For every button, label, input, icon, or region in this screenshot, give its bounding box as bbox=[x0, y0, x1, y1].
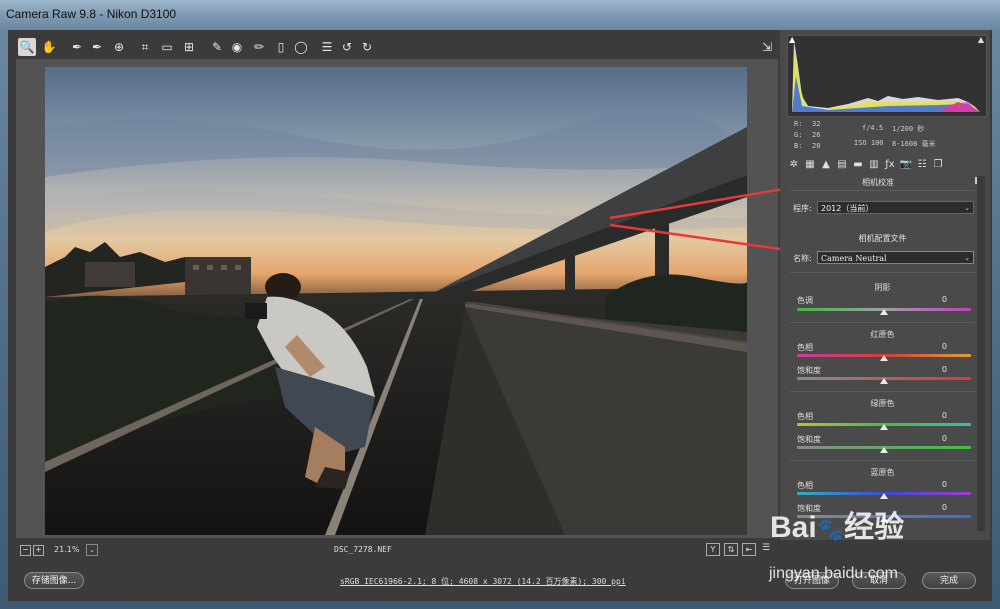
highlight-clipping-warning-icon[interactable]: ▲ bbox=[978, 35, 984, 44]
annotation-arrow-to-profile bbox=[609, 223, 795, 253]
blue-value: 20 bbox=[812, 142, 821, 150]
done-button[interactable]: 完成 bbox=[922, 572, 976, 589]
split-toning-tab-icon[interactable]: ▬ bbox=[851, 158, 865, 172]
copy-settings-icon[interactable]: ⇤ bbox=[742, 543, 756, 556]
watermark-brand: Bai bbox=[770, 511, 817, 544]
blue-primary-title: 蓝原色 bbox=[870, 468, 895, 477]
slider-thumb[interactable] bbox=[880, 493, 888, 499]
watermark-url: jingyan.baidu.com bbox=[769, 565, 898, 582]
camera-profile-value: Camera Neutral bbox=[821, 254, 887, 263]
camera-profile-title: 相机配置文件 bbox=[858, 234, 907, 243]
focal-length-readout: 8-1608 毫米 bbox=[892, 140, 936, 148]
panel-scrollbar[interactable] bbox=[977, 176, 985, 531]
zoom-level: 21.1% bbox=[54, 545, 80, 554]
green-value: 26 bbox=[812, 131, 821, 139]
swap-before-after-icon[interactable]: ⇅ bbox=[724, 543, 738, 556]
aperture-readout: f/4.5 bbox=[862, 124, 884, 132]
process-label: 程序: bbox=[793, 204, 812, 213]
red-hue-label: 色相 bbox=[797, 343, 813, 352]
camera-calibration-tab-icon[interactable]: 📷 bbox=[899, 158, 913, 172]
slider-thumb[interactable] bbox=[880, 309, 888, 315]
slider-thumb[interactable] bbox=[880, 355, 888, 361]
slider-thumb[interactable] bbox=[880, 378, 888, 384]
shutter-readout: 1/200 秒 bbox=[892, 125, 925, 133]
iso-readout: ISO 100 bbox=[854, 139, 884, 147]
snapshots-tab-icon[interactable]: ❐ bbox=[931, 158, 945, 172]
divider bbox=[790, 460, 975, 461]
red-saturation-label: 饱和度 bbox=[797, 366, 821, 375]
shadows-tint-value[interactable]: 0 bbox=[927, 295, 947, 304]
blue-saturation-value[interactable]: 0 bbox=[927, 503, 947, 512]
blue-hue-label: 色相 bbox=[797, 481, 813, 490]
green-saturation-label: 饱和度 bbox=[797, 435, 821, 444]
green-saturation-value[interactable]: 0 bbox=[927, 434, 947, 443]
watermark-brand-2: 经验 bbox=[844, 511, 905, 544]
hsl-tab-icon[interactable]: ▤ bbox=[835, 158, 849, 172]
zoom-dropdown-icon[interactable]: ⌄ bbox=[86, 544, 98, 556]
chevron-down-icon: ⌄ bbox=[964, 204, 970, 212]
shadows-tint-label: 色调 bbox=[797, 296, 813, 305]
zoom-out-button[interactable]: − bbox=[20, 545, 31, 556]
green-hue-value[interactable]: 0 bbox=[927, 411, 947, 420]
blue-hue-value[interactable]: 0 bbox=[927, 480, 947, 489]
divider bbox=[790, 322, 975, 323]
green-primary-title: 绿原色 bbox=[870, 399, 895, 408]
green-hue-label: 色相 bbox=[797, 412, 813, 421]
presets-tab-icon[interactable]: ☷ bbox=[915, 158, 929, 172]
blue-label: B: bbox=[794, 142, 803, 150]
tone-curve-tab-icon[interactable]: ▦ bbox=[803, 158, 817, 172]
camera-profile-select[interactable]: Camera Neutral ⌄ bbox=[817, 251, 974, 264]
zoom-in-button[interactable]: + bbox=[33, 545, 44, 556]
panel-tabs: ✲ ▦ ▲ ▤ ▬ ▥ ƒx 📷 ☷ ❐ bbox=[785, 158, 985, 174]
effects-tab-icon[interactable]: ƒx bbox=[883, 158, 897, 172]
calibration-panel-title: 相机校准 bbox=[862, 178, 894, 187]
preview-status-bar: − + 21.1% ⌄ DSC_7278.NEF Y ⇅ ⇤ ☰ bbox=[16, 542, 778, 558]
chevron-down-icon: ⌄ bbox=[964, 254, 970, 262]
process-version-select[interactable]: 2012（当前） ⌄ bbox=[817, 201, 974, 214]
workflow-options-link[interactable]: sRGB IEC61966-2.1; 8 位; 4608 x 3072 (14.… bbox=[340, 576, 626, 587]
watermark-logo: Bai🐾经验 bbox=[770, 511, 905, 544]
camera-raw-window: Camera Raw 9.8 - Nikon D3100 🔍 ✋ ✒ ✒ ⊕ ⌗ ▭ ⊞ ✎ ◉ ✏… bbox=[0, 0, 1000, 609]
before-after-y-icon[interactable]: Y bbox=[706, 543, 720, 556]
histogram: ▲ ▲ bbox=[787, 35, 987, 117]
red-saturation-value[interactable]: 0 bbox=[927, 365, 947, 374]
red-hue-value[interactable]: 0 bbox=[927, 342, 947, 351]
shadow-clipping-warning-icon[interactable]: ▲ bbox=[789, 35, 795, 44]
red-value: 32 bbox=[812, 120, 821, 128]
red-primary-title: 红原色 bbox=[870, 330, 895, 339]
divider bbox=[790, 190, 975, 191]
slider-thumb[interactable] bbox=[880, 447, 888, 453]
detail-tab-icon[interactable]: ▲ bbox=[819, 158, 833, 172]
process-version-value: 2012（当前） bbox=[821, 204, 874, 213]
filename: DSC_7278.NEF bbox=[334, 545, 392, 554]
slider-thumb[interactable] bbox=[880, 424, 888, 430]
shadows-section-title: 阴影 bbox=[874, 283, 891, 292]
green-label: G: bbox=[794, 131, 803, 139]
histogram-graph bbox=[792, 41, 980, 112]
basic-tab-icon[interactable]: ✲ bbox=[787, 158, 801, 172]
divider bbox=[790, 391, 975, 392]
save-image-button[interactable]: 存储图像... bbox=[24, 572, 84, 589]
red-label: R: bbox=[794, 120, 803, 128]
profile-name-label: 名称: bbox=[793, 254, 812, 263]
divider bbox=[790, 272, 975, 273]
lens-corrections-tab-icon[interactable]: ▥ bbox=[867, 158, 881, 172]
